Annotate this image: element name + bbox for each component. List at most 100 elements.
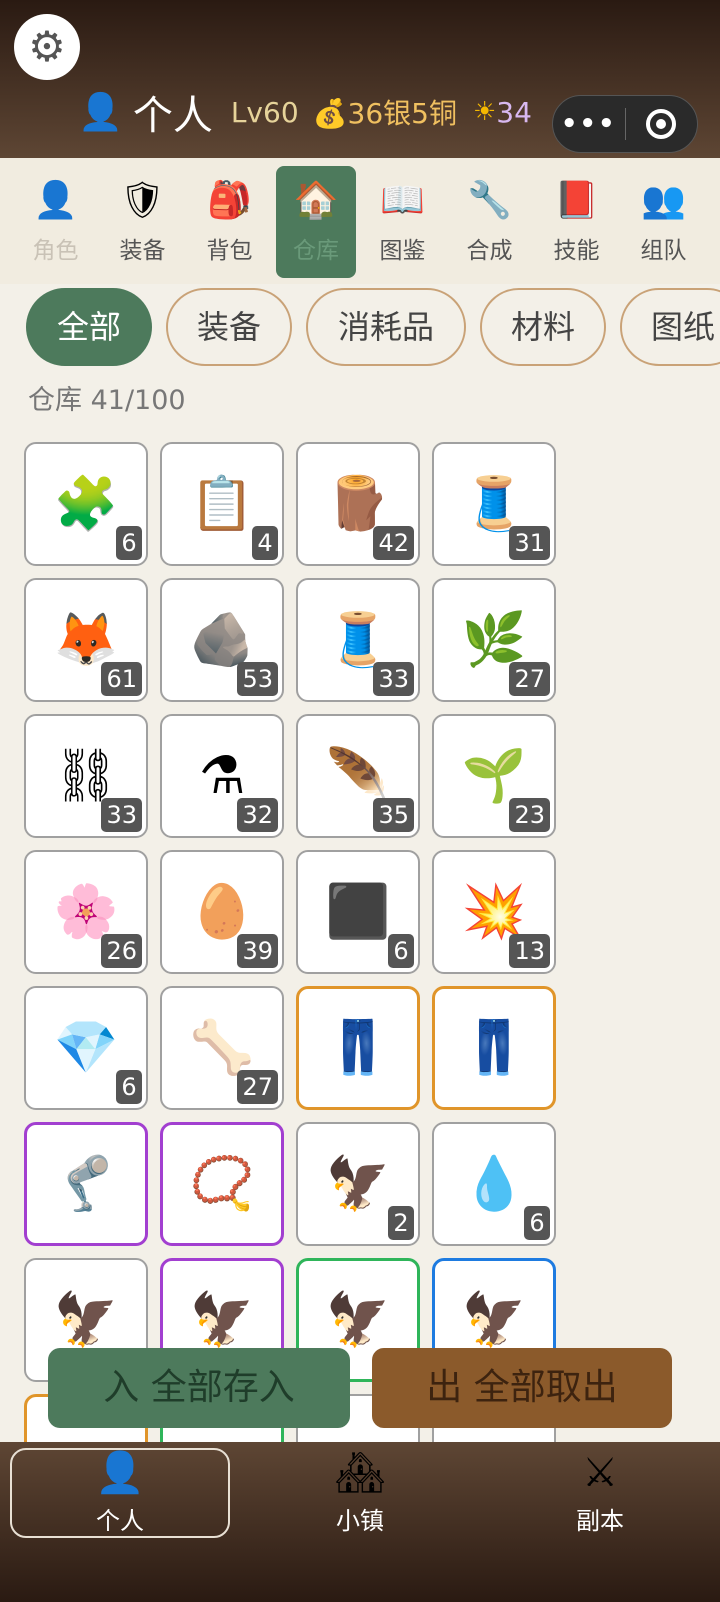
- item-icon: 💧: [461, 1154, 527, 1214]
- tab-consumables[interactable]: 消耗品: [306, 288, 466, 366]
- top-header: ⚙ 👤 个人 Lv60 💰36银5铜 ☀ 34 •••: [0, 0, 720, 158]
- item-quantity: 26: [101, 934, 142, 968]
- more-menu-icon[interactable]: •••: [553, 109, 625, 139]
- item-slot[interactable]: ⚗ 32: [160, 714, 284, 838]
- wrench-icon: 🔧: [467, 180, 512, 221]
- item-slot[interactable]: 🪨 53: [160, 578, 284, 702]
- top-nav-bar: 👤 角色 🛡 装备 🎒 背包 🏠 仓库 📖 图鉴 🔧 合成 📕 技能 👥 组队: [0, 158, 720, 284]
- item-slot[interactable]: 🦊 61: [24, 578, 148, 702]
- item-slot[interactable]: 👖: [432, 986, 556, 1110]
- item-icon: 🪶: [325, 746, 391, 806]
- item-quantity: 6: [388, 934, 414, 968]
- item-slot[interactable]: 🌱 23: [432, 714, 556, 838]
- item-slot[interactable]: 🌸 26: [24, 850, 148, 974]
- nav-item-team[interactable]: 👥 组队: [620, 166, 707, 278]
- item-icon: 🪨: [189, 610, 255, 670]
- item-slot[interactable]: 👖: [296, 986, 420, 1110]
- nav-label: 装备: [119, 238, 166, 264]
- item-slot[interactable]: 🌿 27: [432, 578, 556, 702]
- bottom-nav-dungeon[interactable]: ⚔ 副本: [490, 1448, 710, 1538]
- item-icon: 🌸: [53, 882, 119, 942]
- nav-item-warehouse[interactable]: 🏠 仓库: [276, 166, 356, 278]
- item-slot[interactable]: 🦅 2: [296, 1122, 420, 1246]
- item-slot[interactable]: 💥 13: [432, 850, 556, 974]
- nav-item-codex[interactable]: 📖 图鉴: [359, 166, 446, 278]
- bottom-nav-label: 小镇: [336, 1506, 384, 1535]
- item-quantity: 33: [373, 662, 414, 696]
- miniapp-capsule: •••: [552, 95, 698, 153]
- item-icon: ⛓: [52, 746, 119, 806]
- item-quantity: 2: [388, 1206, 414, 1240]
- nav-item-character[interactable]: 👤 角色: [12, 166, 99, 278]
- item-quantity: 39: [237, 934, 278, 968]
- item-slot[interactable]: 📿: [160, 1122, 284, 1246]
- tab-materials[interactable]: 材料: [480, 288, 606, 366]
- filter-tabs: 全部 装备 消耗品 材料 图纸: [0, 288, 720, 368]
- item-quantity: 27: [509, 662, 550, 696]
- item-slot[interactable]: 💎 6: [24, 986, 148, 1110]
- tab-all[interactable]: 全部: [26, 288, 152, 366]
- item-quantity: 6: [116, 526, 142, 560]
- tab-equipment[interactable]: 装备: [166, 288, 292, 366]
- item-icon: 🥚: [189, 882, 255, 942]
- item-slot[interactable]: 🦴 27: [160, 986, 284, 1110]
- nav-label: 背包: [206, 238, 253, 264]
- bottom-nav-bar: 👤 个人 🏘 小镇 ⚔ 副本: [0, 1442, 720, 1602]
- item-slot[interactable]: 🥚 39: [160, 850, 284, 974]
- item-icon: 💎: [53, 1018, 119, 1078]
- item-icon: 🦿: [53, 1154, 119, 1214]
- item-slot[interactable]: 🧵 31: [432, 442, 556, 566]
- item-icon: 🦴: [189, 1018, 255, 1078]
- item-slot[interactable]: 📋 4: [160, 442, 284, 566]
- item-quantity: 4: [252, 526, 278, 560]
- bottom-nav-personal[interactable]: 👤 个人: [10, 1448, 230, 1538]
- item-icon: 💥: [461, 882, 527, 942]
- item-icon: 🌱: [461, 746, 527, 806]
- item-quantity: 31: [509, 526, 550, 560]
- item-slot[interactable]: 💧 6: [432, 1122, 556, 1246]
- bottom-nav-label: 副本: [576, 1506, 624, 1535]
- item-grid: 🧩 6 📋 4 🪵 42 🧵 31 🦊 61 🪨 53 🧵 33 🌿 27 ⛓ 33 ⚗ 32 🪶 35 🌱 23 🌸 26 🥚 39…: [24, 442, 584, 1442]
- item-slot[interactable]: 🪵 42: [296, 442, 420, 566]
- person-icon: 👤: [95, 1449, 145, 1496]
- nav-label: 技能: [553, 238, 600, 264]
- character-icon: 👤: [33, 180, 78, 221]
- nav-item-backpack[interactable]: 🎒 背包: [186, 166, 273, 278]
- item-quantity: 23: [509, 798, 550, 832]
- item-icon: 🦅: [53, 1290, 119, 1350]
- houses-icon: 🏘: [334, 1449, 386, 1496]
- item-quantity: 42: [373, 526, 414, 560]
- item-slot[interactable]: ⛓ 33: [24, 714, 148, 838]
- nav-label: 图鉴: [379, 238, 426, 264]
- item-quantity: 27: [237, 1070, 278, 1104]
- item-icon: 📋: [189, 474, 255, 534]
- item-quantity: 35: [373, 798, 414, 832]
- item-slot[interactable]: 🦿: [24, 1122, 148, 1246]
- backpack-icon: 🎒: [207, 180, 252, 221]
- nav-item-skills[interactable]: 📕 技能: [533, 166, 620, 278]
- house-icon: 🏠: [293, 180, 339, 221]
- close-miniapp-icon[interactable]: [626, 109, 698, 139]
- take-all-button[interactable]: 出 全部取出: [372, 1348, 672, 1428]
- store-all-button[interactable]: 入 全部存入: [48, 1348, 350, 1428]
- item-icon: 👖: [325, 1018, 391, 1078]
- settings-gear-icon[interactable]: ⚙: [14, 14, 80, 80]
- nav-label: 仓库: [293, 238, 339, 264]
- item-icon: 🧵: [461, 474, 527, 534]
- energy-value: 34: [496, 95, 532, 129]
- nav-item-craft[interactable]: 🔧 合成: [446, 166, 533, 278]
- item-icon: 🦅: [325, 1290, 391, 1350]
- bottom-nav-label: 个人: [96, 1506, 144, 1535]
- tab-blueprints[interactable]: 图纸: [620, 288, 720, 366]
- item-slot[interactable]: 🧵 33: [296, 578, 420, 702]
- nav-item-equipment[interactable]: 🛡 装备: [99, 166, 186, 278]
- item-icon: 🌿: [461, 610, 527, 670]
- user-icon: 👤: [78, 92, 123, 133]
- bottom-nav-town[interactable]: 🏘 小镇: [250, 1448, 470, 1538]
- book-icon: 📖: [380, 180, 425, 221]
- item-slot[interactable]: 🧩 6: [24, 442, 148, 566]
- item-slot[interactable]: ⬛ 6: [296, 850, 420, 974]
- item-slot[interactable]: 🪶 35: [296, 714, 420, 838]
- user-level: Lv60: [230, 95, 299, 129]
- item-quantity: 6: [524, 1206, 550, 1240]
